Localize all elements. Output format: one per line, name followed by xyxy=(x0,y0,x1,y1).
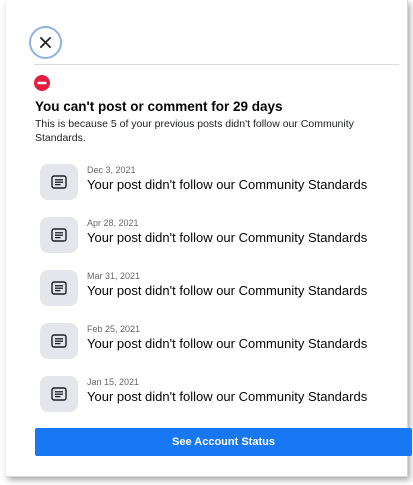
close-button[interactable] xyxy=(29,26,62,59)
violation-text: Your post didn't follow our Community St… xyxy=(87,230,368,245)
stop-icon xyxy=(34,75,50,91)
violation-date: Feb 25, 2021 xyxy=(87,324,141,334)
violation-item[interactable]: Mar 31, 2021 Your post didn't follow our… xyxy=(40,268,410,321)
close-icon xyxy=(40,37,51,48)
violation-text: Your post didn't follow our Community St… xyxy=(87,389,368,404)
violation-item[interactable]: Dec 3, 2021 Your post didn't follow our … xyxy=(40,162,410,215)
violation-text: Your post didn't follow our Community St… xyxy=(87,177,368,192)
post-icon xyxy=(40,270,78,306)
post-icon xyxy=(40,323,78,359)
violation-text: Your post didn't follow our Community St… xyxy=(87,336,368,351)
violation-item[interactable]: Feb 25, 2021 Your post didn't follow our… xyxy=(40,321,410,374)
post-icon xyxy=(40,376,78,412)
violation-date: Jan 15, 2021 xyxy=(87,377,140,387)
restriction-dialog: You can't post or comment for 29 days Th… xyxy=(6,0,412,477)
violation-date: Apr 28, 2021 xyxy=(87,218,139,228)
notice-title: You can't post or comment for 29 days xyxy=(35,99,283,114)
header-divider xyxy=(34,64,399,65)
post-icon xyxy=(40,217,78,253)
violation-date: Dec 3, 2021 xyxy=(87,165,136,175)
post-icon xyxy=(40,164,78,200)
violation-item[interactable]: Apr 28, 2021 Your post didn't follow our… xyxy=(40,215,410,268)
violation-item[interactable]: Jan 15, 2021 Your post didn't follow our… xyxy=(40,374,410,427)
violation-list: Dec 3, 2021 Your post didn't follow our … xyxy=(40,162,410,427)
notice-description: This is because 5 of your previous posts… xyxy=(35,118,354,144)
violation-text: Your post didn't follow our Community St… xyxy=(87,283,368,298)
violation-date: Mar 31, 2021 xyxy=(87,271,141,281)
see-account-status-button[interactable]: See Account Status xyxy=(35,428,412,456)
